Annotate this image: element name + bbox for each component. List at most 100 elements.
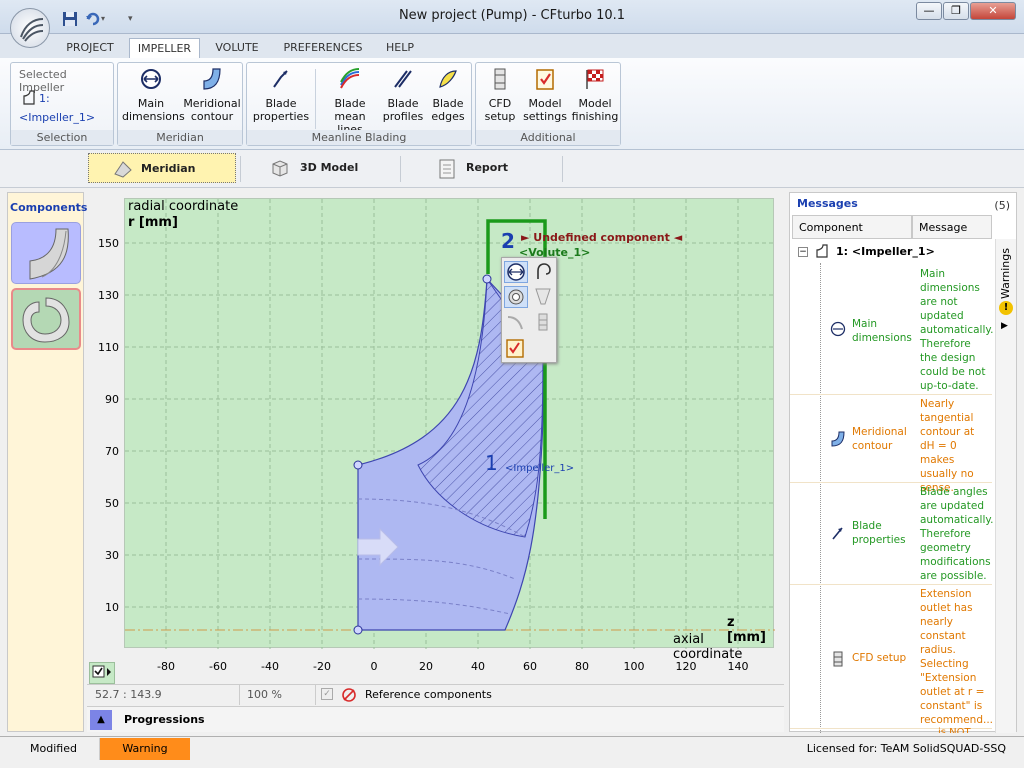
x-tick: 80 (575, 660, 589, 673)
close-button[interactable]: ✕ (970, 2, 1016, 20)
title-bar: ▾ ▾ New project (Pump) - CFturbo 10.1 — … (0, 0, 1024, 48)
popup-main-dimensions-icon[interactable] (504, 261, 528, 283)
cursor-coordinates: 52.7 : 143.9 (95, 688, 162, 701)
component-volute[interactable] (11, 288, 81, 350)
y-tick: 70 (105, 445, 119, 458)
tree-collapse-icon[interactable]: − (798, 247, 808, 257)
component-popup-toolbar (501, 257, 557, 363)
popup-settings-icon[interactable] (504, 338, 528, 360)
blade-mean-lines-icon (340, 68, 360, 89)
checkbox-arrow-icon (92, 665, 111, 678)
tab-help[interactable]: HELP (378, 38, 422, 58)
selected-impeller-name[interactable]: <Impeller_1> (19, 111, 95, 124)
column-header-component[interactable]: Component (792, 215, 912, 239)
components-panel: Components (7, 192, 88, 732)
expand-progressions-icon[interactable]: ▲ (90, 710, 112, 730)
reference-components-label: Reference components (365, 688, 492, 701)
meridional-contour-icon (203, 68, 221, 90)
model-finishing-button[interactable]: Model finishing (570, 67, 620, 123)
x-tick: -20 (313, 660, 331, 673)
expand-arrow-icon: ▶ (1001, 321, 1008, 331)
control-point (482, 274, 492, 284)
blade-mean-lines-button[interactable]: Blademean lines (321, 67, 379, 136)
tab-volute[interactable]: VOLUTE (207, 38, 267, 58)
progressions-bar[interactable]: ▲ Progressions (87, 706, 784, 732)
undefined-component-label: ► Undefined component ◄ (521, 231, 683, 244)
tree-root-label[interactable]: 1: <Impeller_1> (836, 245, 935, 258)
status-bar: Modified Warning Licensed for: TeAM Soli… (0, 736, 1024, 760)
tab-3d-model[interactable]: 3D Model (270, 153, 390, 183)
window-title: New project (Pump) - CFturbo 10.1 (398, 8, 626, 23)
tab-meridian[interactable]: Meridian (88, 153, 236, 183)
column-header-message[interactable]: Message (912, 215, 992, 239)
model-settings-button[interactable]: Model settings (522, 67, 568, 123)
popup-volute-spiral-icon[interactable] (532, 261, 556, 283)
component-impeller[interactable] (11, 222, 81, 284)
app-logo-icon[interactable] (10, 8, 50, 48)
plot-canvas (125, 199, 775, 649)
y-tick: 150 (98, 237, 119, 250)
y-tick: 10 (105, 601, 119, 614)
y-tick: 130 (98, 289, 119, 302)
impeller-tree-icon (814, 243, 830, 259)
popup-extension-icon[interactable] (532, 312, 556, 334)
messages-panel: Messages (5) Component Message − 1: <Imp… (789, 192, 1017, 733)
blade-profiles-button[interactable]: Blade profiles (381, 67, 425, 123)
y-tick: 90 (105, 393, 119, 406)
selected-impeller-index[interactable]: 1: (39, 92, 50, 105)
blade-edges-button[interactable]: Blade edges (427, 67, 469, 123)
status-license: Licensed for: TeAM SolidSQUAD-SSQ (806, 742, 1006, 755)
blade-properties-icon (273, 70, 288, 88)
maximize-button[interactable]: ❐ (943, 2, 969, 20)
impeller-thumbnail-icon (29, 228, 69, 280)
popup-diffuser-icon[interactable] (532, 286, 556, 308)
cfd-setup-button[interactable]: CFD setup (480, 67, 520, 123)
ribbon: Selected Impeller 1: <Impeller_1> Select… (0, 58, 1024, 150)
x-tick: -40 (261, 660, 279, 673)
blade-properties-button[interactable]: Blade properties (251, 67, 311, 123)
meridian-plot[interactable]: radial coordinate r [mm] z [mm] axial co… (124, 198, 775, 662)
view-options-toggle[interactable] (89, 662, 115, 684)
tab-project[interactable]: PROJECT (58, 38, 122, 58)
tab-impeller[interactable]: IMPELLER (129, 38, 200, 58)
minimize-button[interactable]: — (916, 2, 942, 20)
group-label: Meridian (118, 130, 242, 145)
cfd-setup-icon (830, 651, 846, 667)
popup-cross-section-icon[interactable] (504, 286, 528, 308)
x-tick: 40 (471, 660, 485, 673)
status-modified: Modified (8, 738, 100, 760)
warnings-side-label: Warnings (999, 248, 1012, 299)
meridian-view-icon (113, 160, 133, 178)
meridional-contour-button[interactable]: Meridional contour (182, 67, 242, 123)
cfd-setup-icon (494, 68, 506, 90)
group-additional: CFD setup Model settings Model finishing Ad… (475, 62, 621, 146)
tab-preferences[interactable]: PREFERENCES (278, 38, 368, 58)
group-meanline-blading: Bladeproperties Blademean lines Bladepro… (246, 62, 472, 146)
group-selection: Selected Impeller 1: <Impeller_1> Select… (10, 62, 114, 146)
message-row[interactable]: Main dimensions Main dimensions are not u… (790, 265, 993, 395)
message-row[interactable]: CFD setup Extension outlet has nearly co… (790, 585, 993, 729)
message-text-overflow: is NOT (938, 727, 971, 733)
main-dimensions-button[interactable]: Main dimensions (122, 67, 185, 123)
warning-icon: ! (999, 301, 1013, 315)
impeller-small-icon (21, 90, 37, 106)
x-tick: 20 (419, 660, 433, 673)
blade-profiles-icon (394, 70, 412, 88)
reference-components-checkbox[interactable]: ✓ (321, 688, 333, 700)
message-row[interactable]: Blade properties Blade angles are updated… (790, 483, 993, 585)
checkered-flag-icon (586, 69, 604, 89)
components-title: Components (10, 201, 88, 214)
component-2-number: 2 (501, 229, 515, 253)
message-component: CFD setup (852, 652, 907, 664)
popup-curve-icon[interactable] (504, 312, 528, 334)
warnings-side-tab[interactable]: Warnings ! ▶ (995, 239, 1016, 733)
tab-report[interactable]: Report (438, 153, 558, 183)
status-warning[interactable]: Warning (100, 738, 190, 760)
message-text: Nearly tangential contour at dH = 0 make… (920, 398, 975, 494)
x-tick: 60 (523, 660, 537, 673)
y-axis-unit: r [mm] (128, 215, 178, 230)
x-tick: 120 (675, 660, 697, 673)
ribbon-tab-bar: PROJECT IMPELLER VOLUTE PREFERENCES HELP… (0, 34, 1024, 87)
message-row[interactable]: Meridional contour Nearly tangential cont… (790, 395, 992, 494)
y-tick: 50 (105, 497, 119, 510)
